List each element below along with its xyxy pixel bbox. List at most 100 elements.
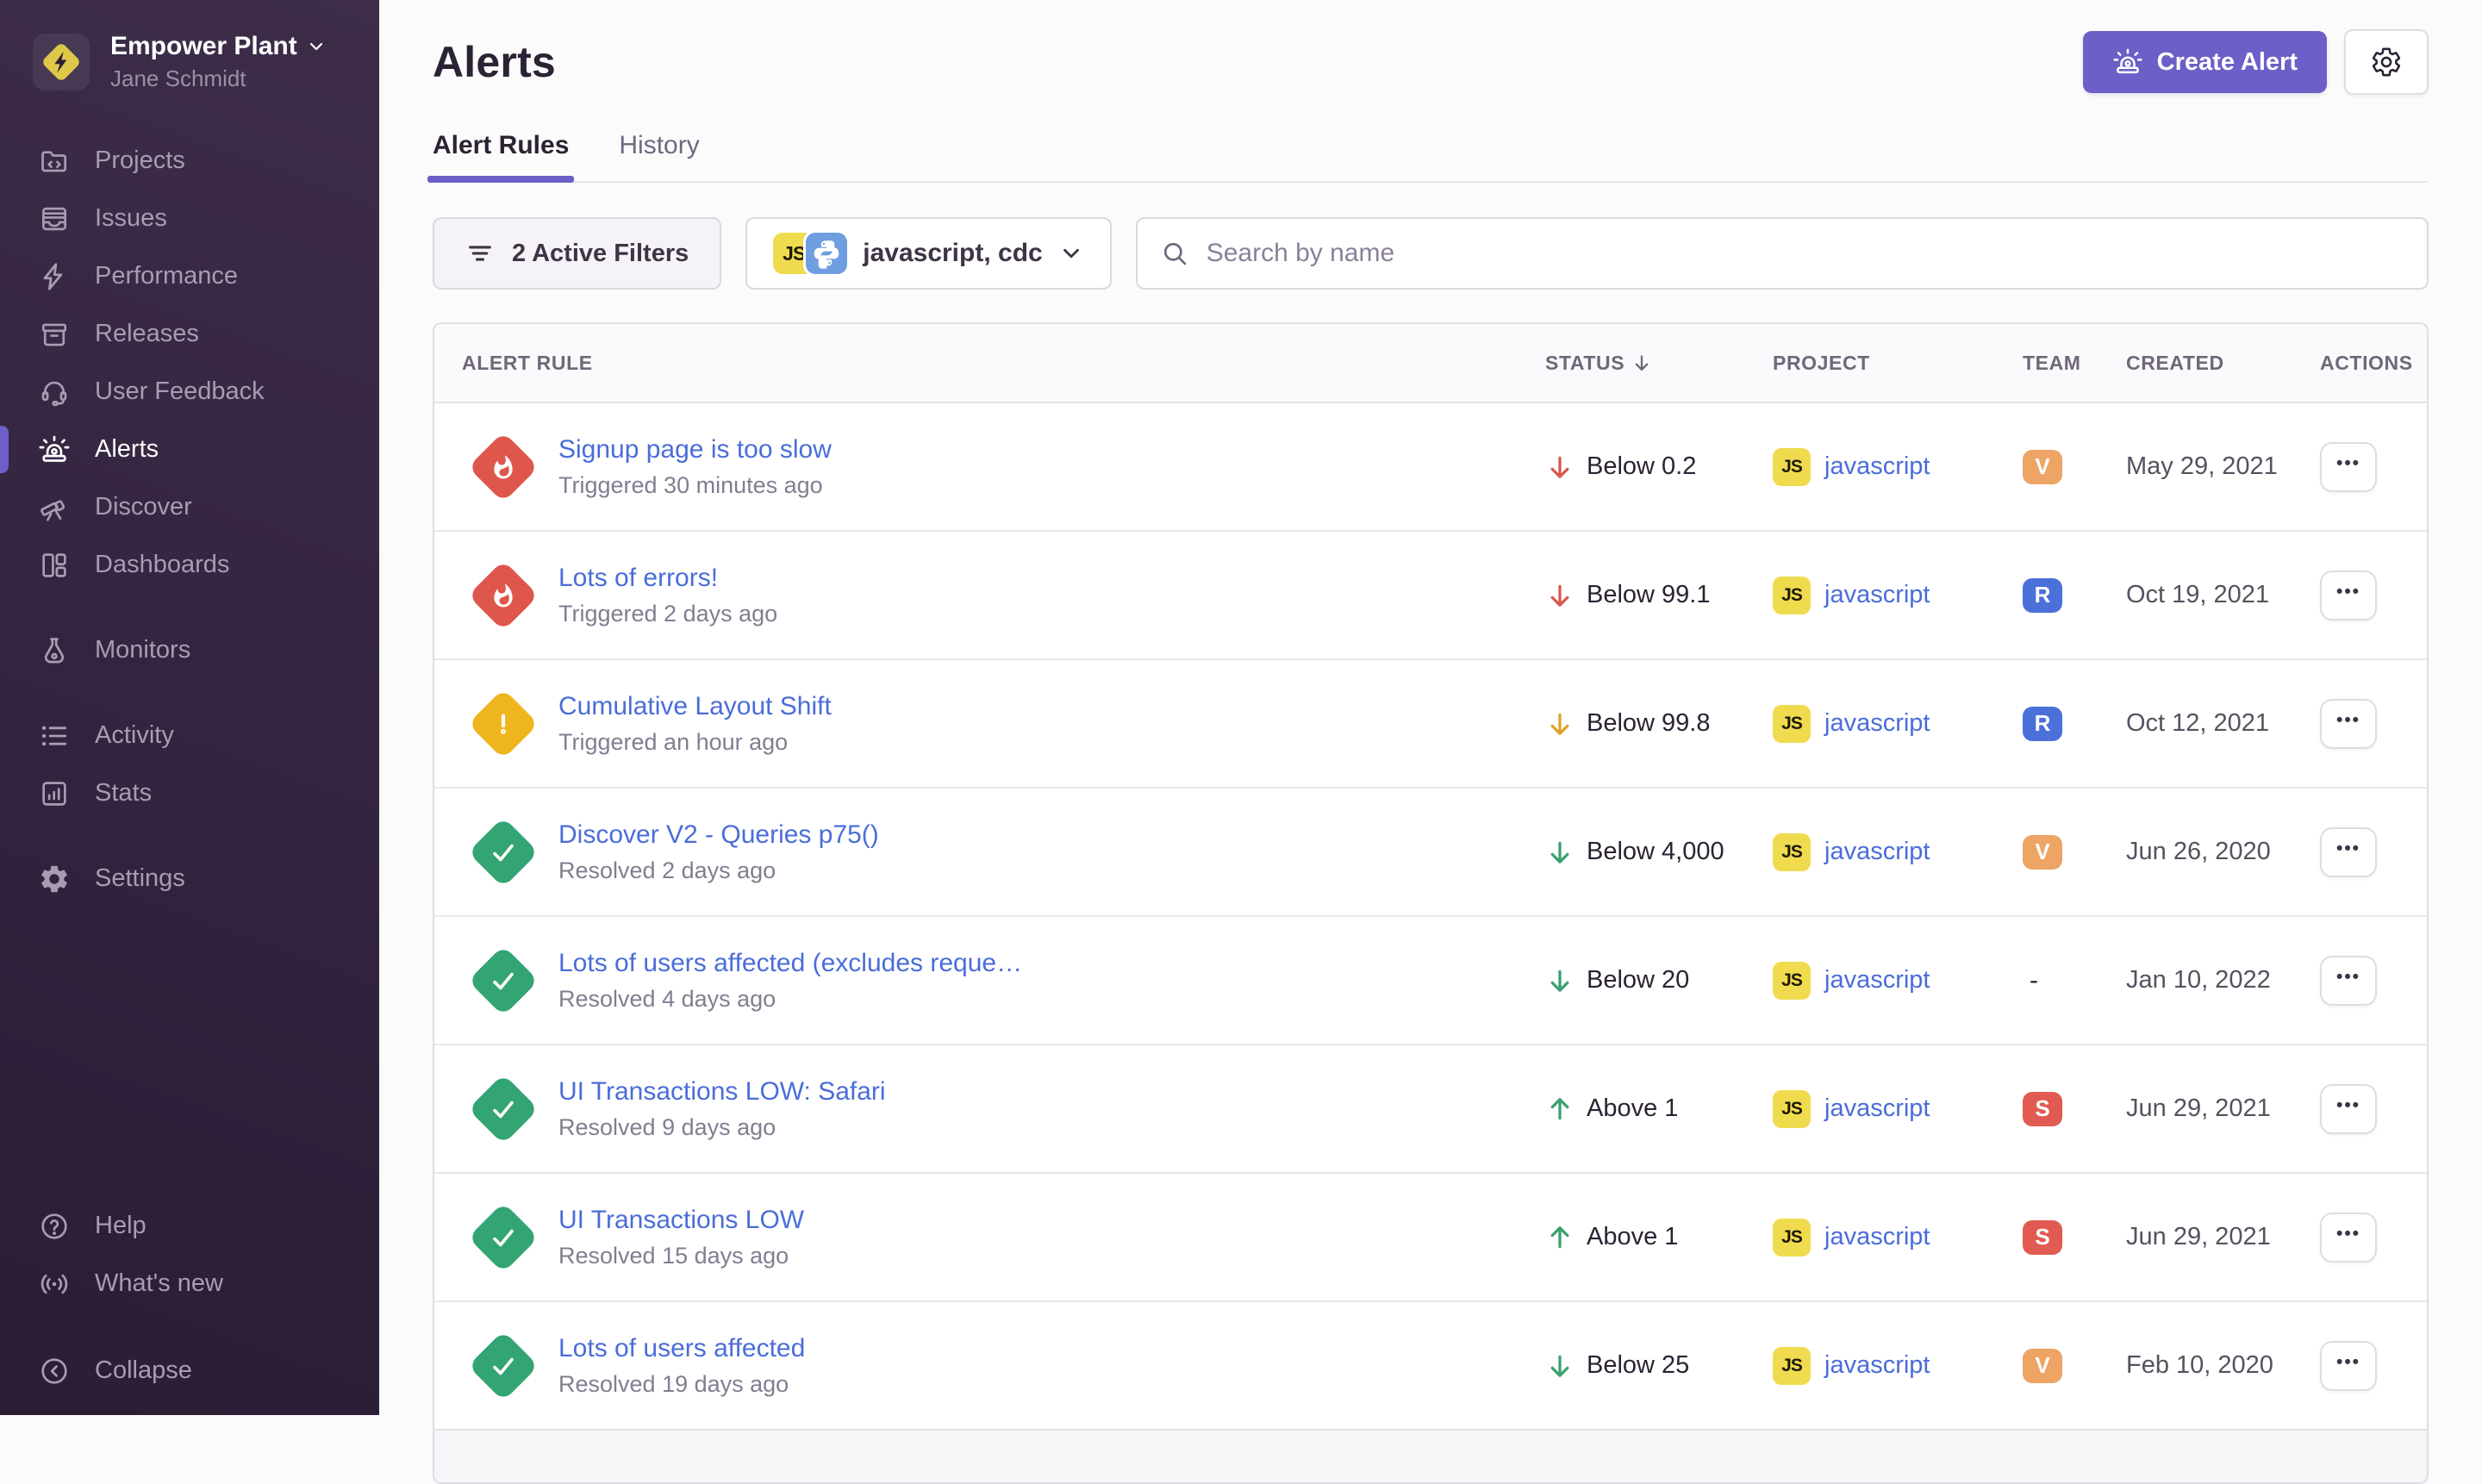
sidebar-item-what-s-new[interactable]: What's new bbox=[0, 1255, 379, 1313]
row-actions-button[interactable]: ••• bbox=[2320, 956, 2377, 1006]
project-link[interactable]: javascript bbox=[1824, 1223, 1930, 1251]
row-actions-button[interactable]: ••• bbox=[2320, 442, 2377, 492]
alert-rule-link[interactable]: Lots of errors! bbox=[558, 564, 777, 593]
sidebar-item-user-feedback[interactable]: User Feedback bbox=[0, 363, 379, 421]
sidebar-item-label: Stats bbox=[95, 779, 152, 807]
alert-rule-link[interactable]: UI Transactions LOW: Safari bbox=[558, 1077, 886, 1107]
filter-bar: 2 Active Filters JS javascript, cdc bbox=[433, 217, 2429, 290]
created-date: Jan 10, 2022 bbox=[2126, 966, 2320, 995]
alert-rule-text: UI Transactions LOW Resolved 15 days ago bbox=[558, 1206, 804, 1269]
actions-cell: ••• bbox=[2320, 442, 2427, 492]
status-cell: Above 1 bbox=[1545, 1094, 1773, 1124]
sidebar-item-discover[interactable]: Discover bbox=[0, 478, 379, 536]
alert-status-icon bbox=[462, 554, 545, 637]
team-cell: S bbox=[2023, 1220, 2126, 1255]
sidebar-item-label: Help bbox=[95, 1212, 147, 1240]
active-filters-button[interactable]: 2 Active Filters bbox=[433, 217, 721, 290]
alert-rule-link[interactable]: Signup page is too slow bbox=[558, 435, 832, 465]
column-header-created: CREATED bbox=[2126, 352, 2320, 375]
alert-rule-detail: Resolved 9 days ago bbox=[558, 1114, 886, 1141]
tab-history[interactable]: History bbox=[619, 131, 699, 181]
main-content: Alerts Create Alert Alert Rules History … bbox=[379, 0, 2482, 1415]
project-selector-value: javascript, cdc bbox=[863, 239, 1042, 268]
sidebar-item-alerts[interactable]: Alerts bbox=[0, 421, 379, 478]
inbox-icon bbox=[38, 203, 71, 235]
row-actions-button[interactable]: ••• bbox=[2320, 1213, 2377, 1263]
alert-rule-link[interactable]: Discover V2 - Queries p75() bbox=[558, 820, 879, 850]
row-actions-button[interactable]: ••• bbox=[2320, 571, 2377, 620]
telescope-icon bbox=[38, 491, 71, 524]
project-selector-dropdown[interactable]: JS javascript, cdc bbox=[745, 217, 1111, 290]
project-link[interactable]: javascript bbox=[1824, 709, 1930, 738]
team-cell: R bbox=[2023, 578, 2126, 613]
project-cell: JS javascript bbox=[1773, 1219, 2023, 1256]
team-cell: V bbox=[2023, 450, 2126, 484]
alert-rule-text: Lots of users affected Resolved 19 days … bbox=[558, 1334, 805, 1398]
sidebar-item-settings[interactable]: Settings bbox=[0, 850, 379, 907]
table-header-row: ALERT RULE STATUS PROJECT TEAM CREATED A… bbox=[434, 324, 2427, 403]
project-link[interactable]: javascript bbox=[1824, 452, 1930, 481]
status-value: Below 25 bbox=[1587, 1351, 1689, 1380]
team-none: - bbox=[2023, 966, 2038, 995]
search-input[interactable] bbox=[1205, 238, 2404, 269]
broadcast-icon bbox=[38, 1268, 71, 1300]
column-header-alert-rule: ALERT RULE bbox=[434, 352, 1545, 375]
sidebar-item-performance[interactable]: Performance bbox=[0, 247, 379, 305]
javascript-platform-icon: JS bbox=[1773, 833, 1811, 871]
team-cell: - bbox=[2023, 966, 2126, 995]
alert-status-icon bbox=[462, 1325, 545, 1407]
column-header-status[interactable]: STATUS bbox=[1545, 352, 1773, 375]
row-actions-button[interactable]: ••• bbox=[2320, 827, 2377, 877]
sidebar-item-activity[interactable]: Activity bbox=[0, 707, 379, 764]
row-actions-button[interactable]: ••• bbox=[2320, 1341, 2377, 1391]
project-link[interactable]: javascript bbox=[1824, 838, 1930, 866]
column-header-project: PROJECT bbox=[1773, 352, 2023, 375]
alert-rule-link[interactable]: Lots of users affected bbox=[558, 1334, 805, 1363]
alert-rule-link[interactable]: UI Transactions LOW bbox=[558, 1206, 804, 1235]
sidebar-item-label: User Feedback bbox=[95, 377, 265, 406]
sidebar-item-projects[interactable]: Projects bbox=[0, 132, 379, 190]
sidebar-item-monitors[interactable]: Monitors bbox=[0, 621, 379, 679]
trend-arrow-down-icon bbox=[1545, 966, 1575, 995]
row-actions-button[interactable]: ••• bbox=[2320, 699, 2377, 749]
javascript-platform-icon: JS bbox=[1773, 962, 1811, 1000]
create-alert-label: Create Alert bbox=[2157, 48, 2298, 77]
collapse-icon bbox=[38, 1355, 71, 1387]
tab-bar: Alert Rules History bbox=[433, 131, 2429, 183]
tab-alert-rules[interactable]: Alert Rules bbox=[433, 131, 569, 181]
status-value: Below 0.2 bbox=[1587, 452, 1696, 481]
sidebar-item-help[interactable]: Help bbox=[0, 1197, 379, 1255]
created-date: Feb 10, 2020 bbox=[2126, 1351, 2320, 1380]
column-header-actions: ACTIONS bbox=[2320, 352, 2427, 375]
sidebar-item-label: Issues bbox=[95, 204, 167, 233]
trend-arrow-down-icon bbox=[1545, 1351, 1575, 1381]
alert-rule-cell: UI Transactions LOW Resolved 15 days ago bbox=[434, 1196, 1545, 1279]
sidebar-item-releases[interactable]: Releases bbox=[0, 305, 379, 363]
javascript-platform-icon: JS bbox=[1773, 705, 1811, 743]
tab-alert-rules-label: Alert Rules bbox=[433, 131, 569, 159]
sidebar-item-label: Collapse bbox=[95, 1356, 192, 1385]
trend-arrow-down-icon bbox=[1545, 452, 1575, 482]
grid-icon bbox=[38, 549, 71, 582]
row-actions-button[interactable]: ••• bbox=[2320, 1084, 2377, 1134]
alert-rule-link[interactable]: Cumulative Layout Shift bbox=[558, 692, 832, 721]
alert-settings-button[interactable] bbox=[2344, 29, 2429, 95]
sidebar-item-label: Discover bbox=[95, 493, 192, 521]
trend-arrow-up-icon bbox=[1545, 1094, 1575, 1124]
project-link[interactable]: javascript bbox=[1824, 1094, 1930, 1123]
project-link[interactable]: javascript bbox=[1824, 966, 1930, 995]
project-link[interactable]: javascript bbox=[1824, 1351, 1930, 1380]
alert-rule-link[interactable]: Lots of users affected (excludes reque… bbox=[558, 949, 1022, 978]
sidebar-item-dashboards[interactable]: Dashboards bbox=[0, 536, 379, 594]
chevron-down-icon bbox=[306, 36, 327, 57]
table-body: Signup page is too slow Triggered 30 min… bbox=[434, 403, 2427, 1431]
sidebar-item-issues[interactable]: Issues bbox=[0, 190, 379, 247]
sidebar-item-collapse[interactable]: Collapse bbox=[0, 1342, 379, 1400]
sidebar-item-stats[interactable]: Stats bbox=[0, 764, 379, 822]
filter-icon bbox=[465, 239, 495, 268]
project-link[interactable]: javascript bbox=[1824, 581, 1930, 609]
create-alert-button[interactable]: Create Alert bbox=[2083, 31, 2327, 93]
box-icon bbox=[38, 318, 71, 351]
team-cell: V bbox=[2023, 835, 2126, 870]
org-switcher[interactable]: Empower Plant Jane Schmidt bbox=[0, 0, 379, 92]
